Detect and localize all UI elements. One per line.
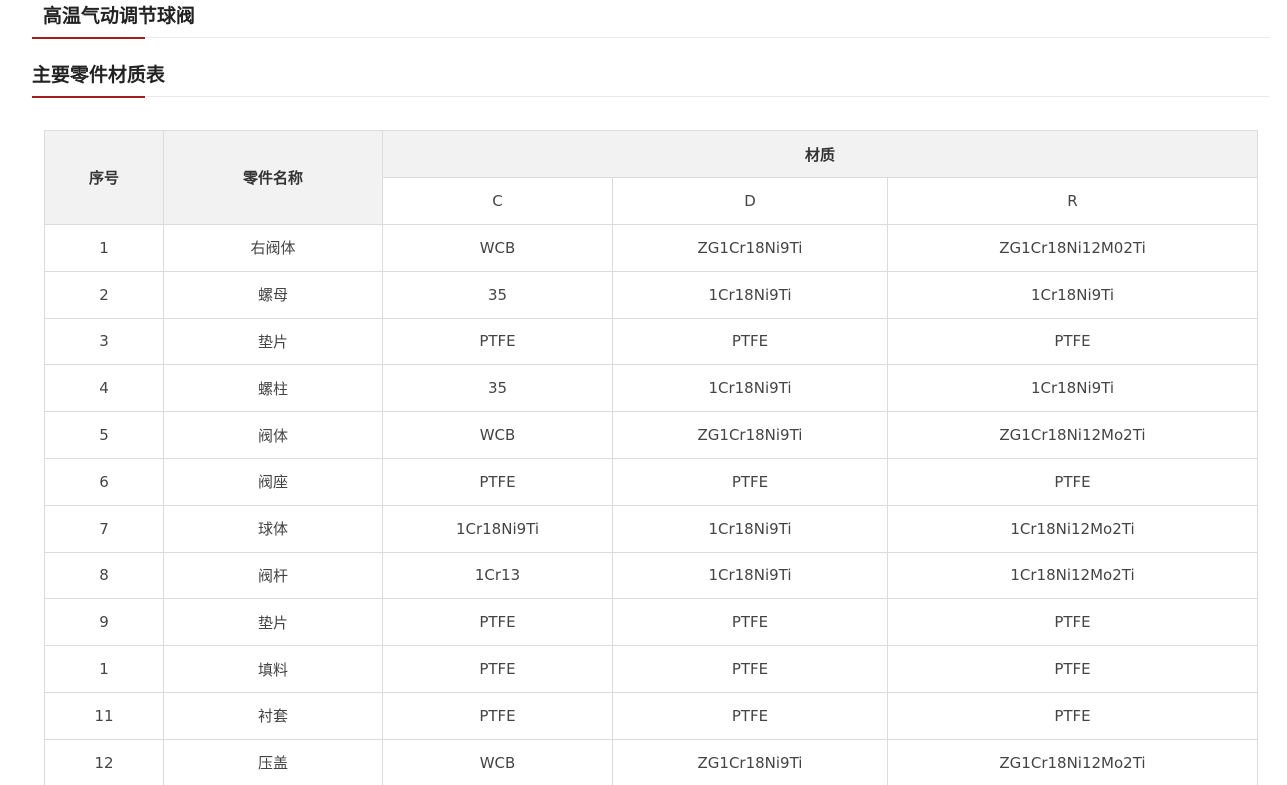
column-header-grade-c: C: [382, 177, 613, 225]
cell-material-r: PTFE: [887, 457, 1258, 506]
cell-index: 2: [44, 270, 164, 319]
cell-part-name: 垫片: [163, 317, 383, 366]
cell-material-r: PTFE: [887, 645, 1258, 693]
cell-material-r: PTFE: [887, 691, 1258, 740]
table-row: 6 阀座 PTFE PTFE PTFE: [44, 457, 1258, 506]
cell-material-c: PTFE: [382, 598, 613, 647]
cell-index: 1: [44, 645, 164, 693]
cell-material-c: WCB: [382, 411, 613, 459]
table-row: 1 填料 PTFE PTFE PTFE: [44, 645, 1258, 693]
materials-table: 序号 零件名称 材质 C D R 1 右阀体 WCB ZG1Cr18Ni9Ti ZG1C…: [44, 130, 1258, 785]
cell-material-d: PTFE: [612, 598, 888, 647]
cell-material-d: 1Cr18Ni9Ti: [612, 364, 888, 413]
cell-material-r: PTFE: [887, 598, 1258, 647]
cell-index: 12: [44, 738, 164, 785]
cell-material-r: PTFE: [887, 317, 1258, 366]
cell-part-name: 螺母: [163, 270, 383, 319]
cell-material-c: WCB: [382, 738, 613, 785]
section-accent-underline: [32, 96, 145, 98]
page-title: 高温气动调节球阀: [43, 5, 196, 27]
cell-index: 1: [44, 224, 164, 272]
table-row: 7 球体 1Cr18Ni9Ti 1Cr18Ni9Ti 1Cr18Ni12Mo2Ti: [44, 504, 1258, 553]
table-row: 2 螺母 35 1Cr18Ni9Ti 1Cr18Ni9Ti: [44, 270, 1258, 319]
table-row: 12 压盖 WCB ZG1Cr18Ni9Ti ZG1Cr18Ni12Mo2Ti: [44, 738, 1258, 785]
table-row: 8 阀杆 1Cr13 1Cr18Ni9Ti 1Cr18Ni12Mo2Ti: [44, 551, 1258, 600]
section-header: 主要零件材质表: [32, 63, 1269, 98]
cell-index: 4: [44, 364, 164, 413]
cell-index: 7: [44, 504, 164, 553]
column-header-part-name: 零件名称: [163, 130, 383, 225]
table-row: 4 螺柱 35 1Cr18Ni9Ti 1Cr18Ni9Ti: [44, 364, 1258, 413]
column-header-grade-d: D: [612, 177, 888, 225]
cell-material-r: ZG1Cr18Ni12Mo2Ti: [887, 411, 1258, 459]
cell-material-d: ZG1Cr18Ni9Ti: [612, 738, 888, 785]
cell-index: 3: [44, 317, 164, 366]
title-accent-underline: [32, 37, 145, 39]
table-row: 3 垫片 PTFE PTFE PTFE: [44, 317, 1258, 366]
cell-material-r: 1Cr18Ni9Ti: [887, 270, 1258, 319]
materials-table-container: 序号 零件名称 材质 C D R 1 右阀体 WCB ZG1Cr18Ni9Ti ZG1C…: [44, 130, 1258, 785]
cell-material-c: PTFE: [382, 457, 613, 506]
column-header-grade-r: R: [887, 177, 1258, 225]
cell-part-name: 球体: [163, 504, 383, 553]
column-header-index: 序号: [44, 130, 164, 225]
cell-part-name: 压盖: [163, 738, 383, 785]
cell-material-d: PTFE: [612, 691, 888, 740]
cell-material-d: ZG1Cr18Ni9Ti: [612, 224, 888, 272]
cell-part-name: 螺柱: [163, 364, 383, 413]
cell-material-c: 1Cr18Ni9Ti: [382, 504, 613, 553]
table-row: 1 右阀体 WCB ZG1Cr18Ni9Ti ZG1Cr18Ni12M02Ti: [44, 224, 1258, 272]
column-header-material: 材质: [382, 130, 1258, 178]
cell-index: 6: [44, 457, 164, 506]
table-row: 11 衬套 PTFE PTFE PTFE: [44, 691, 1258, 740]
cell-material-c: 35: [382, 364, 613, 413]
cell-index: 9: [44, 598, 164, 647]
cell-material-c: PTFE: [382, 317, 613, 366]
product-title-header: 高温气动调节球阀: [32, 4, 1269, 39]
cell-material-c: PTFE: [382, 645, 613, 693]
cell-part-name: 阀体: [163, 411, 383, 459]
cell-index: 5: [44, 411, 164, 459]
cell-index: 11: [44, 691, 164, 740]
cell-material-c: 35: [382, 270, 613, 319]
cell-material-r: 1Cr18Ni9Ti: [887, 364, 1258, 413]
cell-part-name: 衬套: [163, 691, 383, 740]
cell-material-d: ZG1Cr18Ni9Ti: [612, 411, 888, 459]
cell-material-d: 1Cr18Ni9Ti: [612, 270, 888, 319]
cell-material-d: 1Cr18Ni9Ti: [612, 551, 888, 600]
cell-material-r: 1Cr18Ni12Mo2Ti: [887, 551, 1258, 600]
page: 高温气动调节球阀 主要零件材质表 序号 零件名称 材质 C D R 1 右阀体 …: [0, 0, 1287, 785]
table-row: 9 垫片 PTFE PTFE PTFE: [44, 598, 1258, 647]
cell-material-r: ZG1Cr18Ni12Mo2Ti: [887, 738, 1258, 785]
cell-material-c: 1Cr13: [382, 551, 613, 600]
cell-material-d: PTFE: [612, 645, 888, 693]
cell-material-d: 1Cr18Ni9Ti: [612, 504, 888, 553]
table-row: 5 阀体 WCB ZG1Cr18Ni9Ti ZG1Cr18Ni12Mo2Ti: [44, 411, 1258, 459]
cell-part-name: 右阀体: [163, 224, 383, 272]
cell-part-name: 阀座: [163, 457, 383, 506]
cell-material-r: ZG1Cr18Ni12M02Ti: [887, 224, 1258, 272]
cell-part-name: 阀杆: [163, 551, 383, 600]
cell-part-name: 垫片: [163, 598, 383, 647]
cell-material-d: PTFE: [612, 457, 888, 506]
cell-material-c: PTFE: [382, 691, 613, 740]
cell-part-name: 填料: [163, 645, 383, 693]
section-title: 主要零件材质表: [32, 64, 166, 86]
cell-index: 8: [44, 551, 164, 600]
table-body: 1 右阀体 WCB ZG1Cr18Ni9Ti ZG1Cr18Ni12M02Ti 2 螺母 35…: [44, 224, 1258, 785]
cell-material-d: PTFE: [612, 317, 888, 366]
cell-material-c: WCB: [382, 224, 613, 272]
cell-material-r: 1Cr18Ni12Mo2Ti: [887, 504, 1258, 553]
